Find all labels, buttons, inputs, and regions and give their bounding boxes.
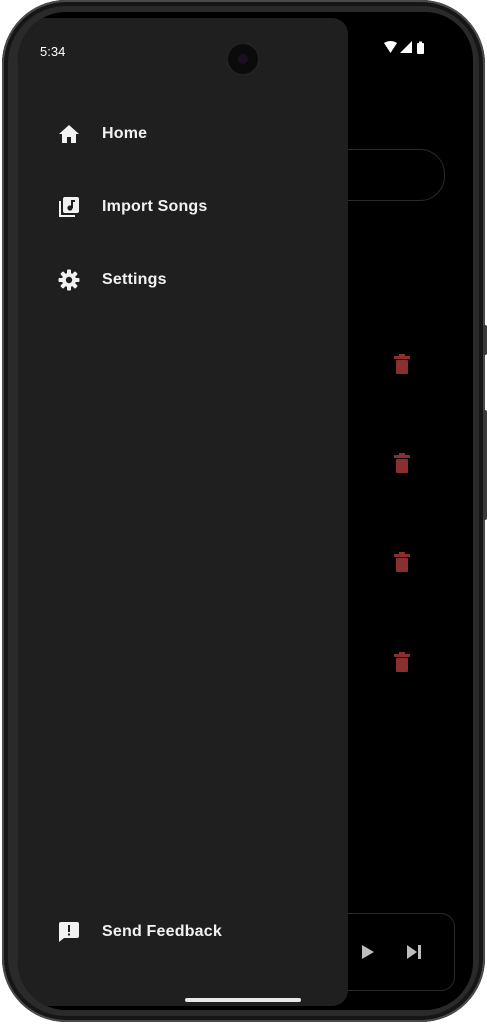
volume-button: [483, 410, 487, 520]
home-icon: [56, 121, 82, 147]
gear-icon: [56, 267, 82, 293]
drawer-item-label: Home: [102, 125, 148, 142]
gesture-home-bar[interactable]: [185, 998, 301, 1002]
status-icons: [384, 41, 424, 54]
drawer-item-home[interactable]: Home: [42, 110, 342, 158]
signal-icon: [400, 41, 412, 53]
navigation-drawer: 5:34 Home Import Songs Settings Send Fee…: [18, 18, 348, 1006]
status-time: 5:34: [40, 44, 66, 59]
delete-icon[interactable]: [394, 453, 410, 473]
wifi-icon: [384, 41, 397, 53]
delete-icon[interactable]: [394, 552, 410, 572]
phone-frame: 5:34 Home Import Songs Settings Send Fee…: [2, 0, 487, 1022]
feedback-icon: [56, 919, 82, 945]
library-music-icon: [56, 194, 82, 220]
delete-icon[interactable]: [394, 354, 410, 374]
drawer-item-label: Import Songs: [102, 198, 208, 215]
drawer-item-send-feedback[interactable]: Send Feedback: [42, 908, 342, 956]
drawer-item-label: Settings: [102, 271, 167, 288]
skip-next-icon[interactable]: [406, 944, 422, 960]
delete-icon[interactable]: [394, 652, 410, 672]
play-icon[interactable]: [361, 944, 375, 960]
screen: 5:34 Home Import Songs Settings Send Fee…: [18, 12, 473, 1010]
front-camera: [228, 44, 258, 74]
drawer-item-label: Send Feedback: [102, 923, 222, 940]
power-button: [483, 325, 487, 355]
drawer-item-settings[interactable]: Settings: [42, 256, 342, 304]
drawer-item-import-songs[interactable]: Import Songs: [42, 183, 342, 231]
battery-icon: [417, 43, 424, 54]
